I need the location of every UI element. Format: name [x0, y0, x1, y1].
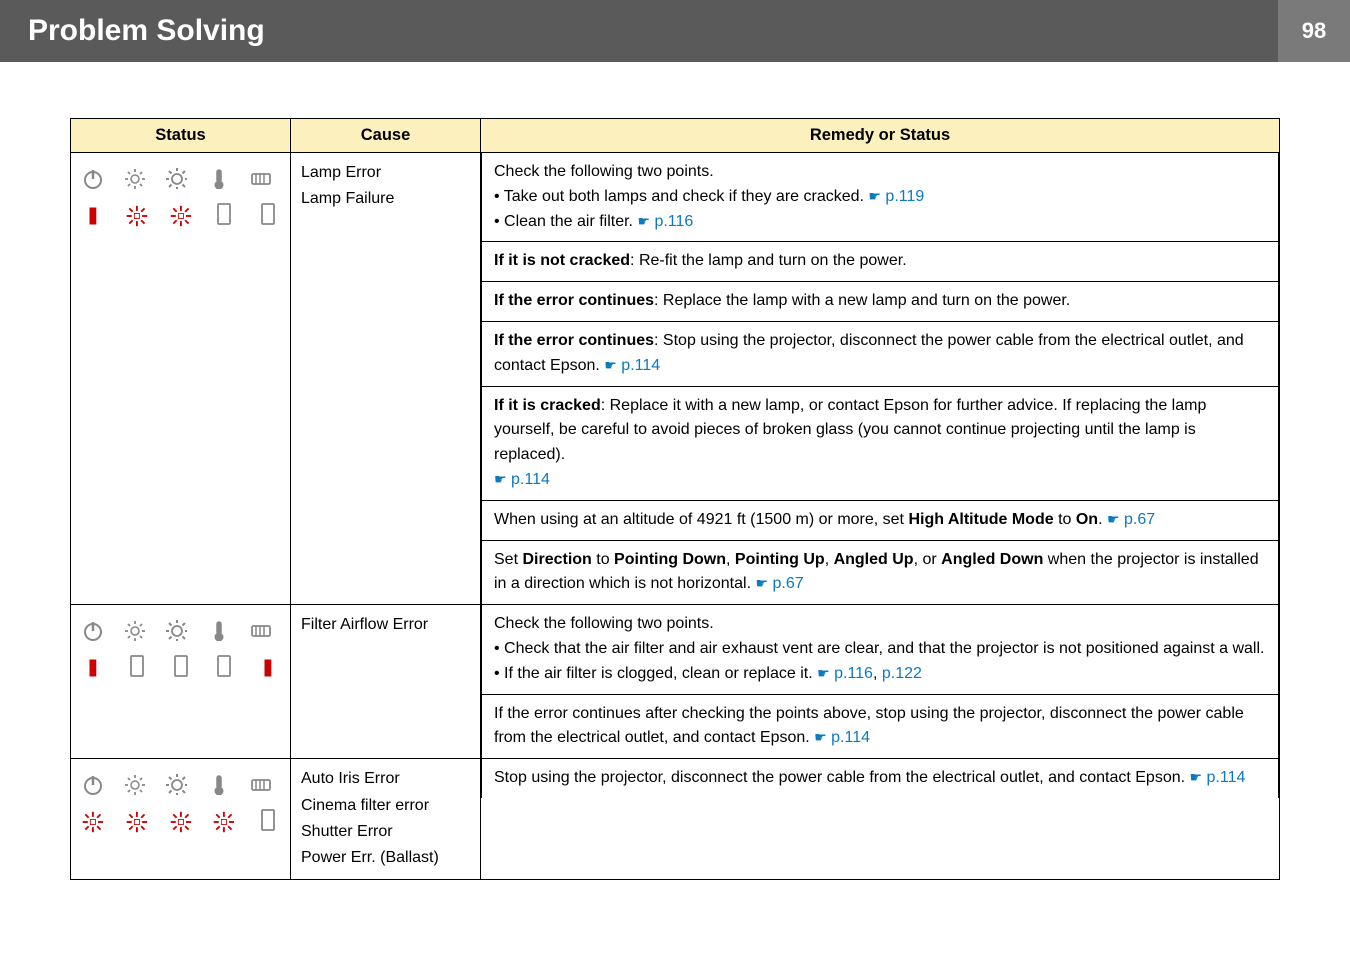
remedy-row: If it is not cracked: Re-fit the lamp an… — [482, 242, 1279, 282]
remedy-row: If it is cracked: Replace it with a new … — [482, 386, 1279, 500]
box1-icon — [212, 202, 236, 230]
box-icon — [256, 808, 280, 836]
th-status: Status — [71, 119, 291, 153]
remedy-text: Check the following two points. — [494, 160, 1268, 185]
remedy-text: Stop using the projector, disconnect the… — [494, 766, 1268, 791]
status-cell — [71, 605, 291, 759]
remedy-row: If the error continues: Stop using the p… — [482, 321, 1279, 386]
status-table: Status Cause Remedy or Status Lamp Error… — [70, 118, 1280, 880]
remedy-text: If the error continues: Stop using the p… — [494, 329, 1268, 379]
burst1-icon — [125, 202, 149, 230]
temp-icon — [207, 619, 229, 641]
remedy-row: When using at an altitude of 4921 ft (15… — [482, 500, 1279, 540]
lamp1-icon — [123, 619, 145, 641]
status-cell — [71, 759, 291, 880]
cause-text: Shutter Error — [301, 819, 470, 845]
th-remedy: Remedy or Status — [481, 119, 1280, 153]
cause-cell: Auto Iris ErrorCinema filter errorShutte… — [291, 759, 481, 880]
power-icon — [81, 167, 103, 189]
lamp2-icon — [165, 167, 187, 189]
filter-icon — [249, 167, 271, 189]
remedy-text: • If the air filter is clogged, clean or… — [494, 662, 1268, 687]
remedy-text: If the error continues after checking th… — [494, 702, 1268, 752]
remedy-text: • Check that the air filter and air exha… — [494, 637, 1268, 662]
remedy-text: When using at an altitude of 4921 ft (15… — [494, 508, 1268, 533]
remedy-row: Set Direction to Pointing Down, Pointing… — [482, 540, 1279, 604]
burst2-icon — [169, 202, 193, 230]
status-red-icon — [81, 654, 105, 682]
remedy-row: If the error continues after checking th… — [482, 694, 1279, 758]
temp-icon — [207, 773, 229, 795]
remedy-text: Check the following two points. — [494, 612, 1268, 637]
remedy-text: Set Direction to Pointing Down, Pointing… — [494, 548, 1268, 598]
box-icon — [169, 654, 193, 682]
filter-icon — [249, 773, 271, 795]
remedy-cell: Check the following two points.• Take ou… — [481, 153, 1280, 605]
cause-text: Auto Iris Error — [301, 766, 470, 792]
lamp2-icon — [165, 773, 187, 795]
lamp1-icon — [123, 773, 145, 795]
burst-icon — [212, 808, 236, 836]
page-content: Status Cause Remedy or Status Lamp Error… — [0, 62, 1350, 920]
burst-icon — [169, 808, 193, 836]
filter-icon — [249, 619, 271, 641]
lamp1-icon — [123, 167, 145, 189]
burst-icon — [81, 808, 105, 836]
cause-text: Cinema filter error — [301, 793, 470, 819]
box-icon — [212, 654, 236, 682]
cause-text: Lamp Error — [301, 160, 470, 186]
box2-icon — [256, 202, 280, 230]
remedy-link[interactable]: ☛ p.114 — [494, 468, 1268, 493]
power-icon — [81, 773, 103, 795]
page-title: Problem Solving — [0, 14, 1278, 48]
remedy-text: If it is not cracked: Re-fit the lamp an… — [494, 249, 1268, 274]
remedy-row: Check the following two points.• Take ou… — [482, 153, 1279, 242]
box-icon — [125, 654, 149, 682]
cause-cell: Filter Airflow Error — [291, 605, 481, 759]
remedy-cell: Check the following two points.• Check t… — [481, 605, 1280, 759]
remedy-text: • Clean the air filter. ☛ p.116 — [494, 210, 1268, 235]
cause-text: Filter Airflow Error — [301, 612, 470, 638]
power-icon — [81, 619, 103, 641]
cause-text: Lamp Failure — [301, 186, 470, 212]
lamp2-icon — [165, 619, 187, 641]
remedy-row: If the error continues: Replace the lamp… — [482, 282, 1279, 322]
status-cell — [71, 153, 291, 605]
cause-text: Power Err. (Ballast) — [301, 845, 470, 871]
filter-red-icon — [256, 654, 280, 682]
remedy-text: • Take out both lamps and check if they … — [494, 185, 1268, 210]
burst-icon — [125, 808, 149, 836]
remedy-row: Stop using the projector, disconnect the… — [482, 759, 1279, 798]
header-bar: Problem Solving 98 — [0, 0, 1350, 62]
th-cause: Cause — [291, 119, 481, 153]
status-red-icon — [81, 202, 105, 230]
remedy-text: If the error continues: Replace the lamp… — [494, 289, 1268, 314]
cause-cell: Lamp ErrorLamp Failure — [291, 153, 481, 605]
remedy-text: If it is cracked: Replace it with a new … — [494, 394, 1268, 468]
remedy-cell: Stop using the projector, disconnect the… — [481, 759, 1280, 880]
remedy-row: Check the following two points.• Check t… — [482, 605, 1279, 694]
temp-icon — [207, 167, 229, 189]
page-number: 98 — [1278, 0, 1350, 62]
